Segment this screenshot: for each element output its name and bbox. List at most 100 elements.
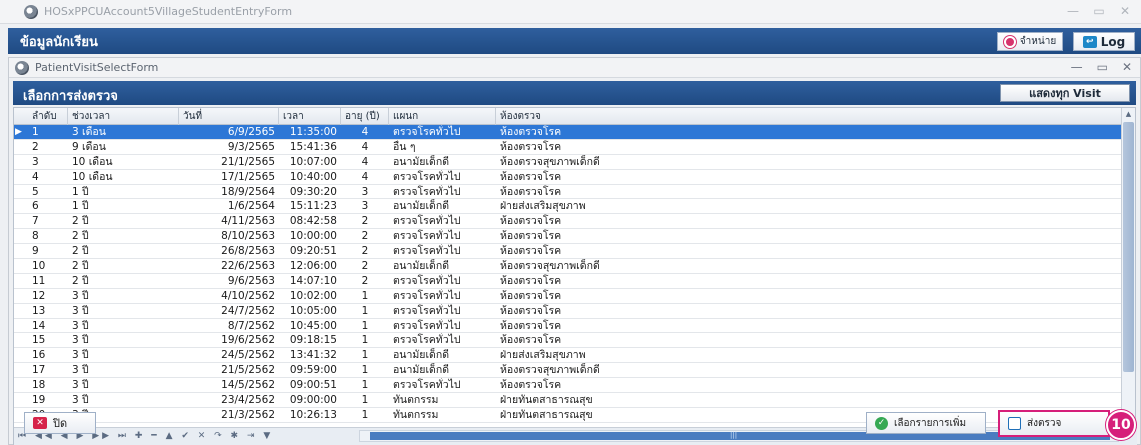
vertical-scrollbar[interactable]: ▲ ▼ <box>1121 108 1135 429</box>
inner-titlebar: PatientVisitSelectForm — ▭ ✕ <box>9 58 1140 78</box>
dispose-button[interactable]: จำหน่าย <box>997 32 1063 51</box>
table-row[interactable]: 19 3 ปี 23/4/2562 09:00:00 1 ทันตกรรม ฝ่ายทันต… <box>14 393 1122 408</box>
table-row[interactable]: ▶ 1 3 เดือน 6/9/2565 11:35:00 4 ตรวจโรคทั่วไป ห… <box>14 125 1122 140</box>
cell-age: 4 <box>361 170 369 183</box>
cell-period: 3 ปี <box>72 304 89 317</box>
close-x-icon: ✕ <box>33 417 47 429</box>
select-more-items-button[interactable]: ✓ เลือกรายการเพิ่ม <box>866 412 986 434</box>
more-items-label: เลือกรายการเพิ่ม <box>894 417 967 429</box>
column-header-time[interactable]: เวลา <box>279 108 341 125</box>
close-icon[interactable]: ✕ <box>1119 4 1131 18</box>
close-label: ปิด <box>53 417 68 430</box>
cell-no: 10 <box>32 260 46 273</box>
cell-dept: อนามัยเด็กดี <box>393 155 450 168</box>
table-row[interactable]: 6 1 ปี 1/6/2564 15:11:23 3 อนามัยเด็กดี ฝ่ายส่… <box>14 199 1122 215</box>
cell-dept: อนามัยเด็กดี <box>393 349 450 362</box>
maximize-icon[interactable]: ▭ <box>1093 4 1105 18</box>
outer-titlebar: HOSxPPCUAccount5VillageStudentEntryForm … <box>0 0 1141 24</box>
cell-room: ห้องตรวจสุขภาพเด็กดี <box>500 260 600 273</box>
cell-no: 16 <box>32 349 46 362</box>
table-row[interactable]: 2 9 เดือน 9/3/2565 15:41:36 4 อื่น ๆ ห้องตรวจโ… <box>14 140 1122 155</box>
cell-period: 3 เดือน <box>72 126 106 138</box>
cell-no: 5 <box>32 185 39 198</box>
show-all-visits-button[interactable]: แสดงทุก Visit <box>1000 84 1130 102</box>
minimize-icon[interactable]: — <box>1067 4 1079 18</box>
column-header-room[interactable]: ห้องตรวจ <box>496 108 1122 125</box>
column-header-department[interactable]: แผนก <box>389 108 496 125</box>
send-icon <box>1008 417 1021 430</box>
cell-time: 09:00:00 <box>289 394 337 407</box>
cell-date: 14/5/2562 <box>221 379 275 392</box>
cell-dept: อนามัยเด็กดี <box>393 364 450 377</box>
cell-dept: ตรวจโรคทั่วไป <box>393 319 461 332</box>
cell-time: 12:06:00 <box>289 260 337 273</box>
cell-date: 24/5/2562 <box>221 349 275 362</box>
cell-time: 14:07:10 <box>289 274 337 287</box>
cell-dept: ตรวจโรคทั่วไป <box>393 126 461 138</box>
cell-date: 4/10/2562 <box>221 289 275 302</box>
table-row[interactable]: 16 3 ปี 24/5/2562 13:41:32 1 อนามัยเด็กดี ฝ่าย… <box>14 348 1122 364</box>
inner-close-icon[interactable]: ✕ <box>1122 60 1132 74</box>
outer-window-title: HOSxPPCUAccount5VillageStudentEntryForm <box>44 5 293 18</box>
outer-window: HOSxPPCUAccount5VillageStudentEntryForm … <box>0 0 1141 445</box>
inner-maximize-icon[interactable]: ▭ <box>1097 60 1108 74</box>
cell-age: 4 <box>361 155 369 168</box>
cell-room: ห้องตรวจโรค <box>500 289 562 302</box>
table-row[interactable]: 17 3 ปี 21/5/2562 09:59:00 1 อนามัยเด็กดี ห้อง… <box>14 363 1122 379</box>
cell-age: 3 <box>361 200 369 213</box>
cell-period: 3 ปี <box>72 394 89 407</box>
cell-time: 10:00:00 <box>289 230 337 243</box>
cell-no: 13 <box>32 304 46 317</box>
cell-time: 08:42:58 <box>289 215 337 228</box>
outer-window-controls: — ▭ ✕ <box>1067 4 1131 18</box>
send-label: ส่งตรวจ <box>1027 418 1062 429</box>
table-row[interactable]: 12 3 ปี 4/10/2562 10:02:00 1 ตรวจโรคทั่วไป ห้อ… <box>14 289 1122 304</box>
table-row[interactable]: 8 2 ปี 8/10/2563 10:00:00 2 ตรวจโรคทั่วไป ห้อง… <box>14 229 1122 245</box>
table-row[interactable]: 13 3 ปี 24/7/2562 10:05:00 1 ตรวจโรคทั่วไป ห้อ… <box>14 304 1122 319</box>
cell-period: 2 ปี <box>72 274 89 287</box>
send-to-exam-button[interactable]: ส่งตรวจ <box>998 410 1110 437</box>
student-header-bar: ข้อมูลนักเรียน จำหน่าย ↩ Log <box>8 28 1141 54</box>
table-row[interactable]: 4 10 เดือน 17/1/2565 10:40:00 4 ตรวจโรคทั่วไป… <box>14 170 1122 185</box>
cell-room: ฝ่ายส่งเสริมสุขภาพ <box>500 200 586 213</box>
cell-time: 15:11:23 <box>289 200 337 213</box>
table-row[interactable]: 10 2 ปี 22/6/2563 12:06:00 2 อนามัยเด็กดี ห้อง… <box>14 259 1122 274</box>
table-row[interactable]: 9 2 ปี 26/8/2563 09:20:51 2 ตรวจโรคทั่วไป ห้อง… <box>14 244 1122 260</box>
table-row[interactable]: 18 3 ปี 14/5/2562 09:00:51 1 ตรวจโรคทั่วไป ห้อ… <box>14 378 1122 394</box>
column-header-age[interactable]: อายุ (ปี) <box>341 108 389 125</box>
column-header-date[interactable]: วันที่ <box>179 108 279 125</box>
log-label: Log <box>1100 34 1126 49</box>
cell-period: 2 ปี <box>72 245 89 258</box>
vertical-scroll-thumb[interactable] <box>1123 122 1134 372</box>
step-number-badge: 10 <box>1106 410 1136 440</box>
table-row[interactable]: 7 2 ปี 4/11/2563 08:42:58 2 ตรวจโรคทั่วไป ห้อง… <box>14 214 1122 230</box>
cell-room: ห้องตรวจโรค <box>500 126 562 138</box>
grid-header: ลำดับ ช่วงเวลา วันที่ เวลา อายุ (ปี) แผน… <box>14 108 1122 125</box>
cell-room: ห้องตรวจโรค <box>500 140 562 153</box>
cell-no: 11 <box>32 274 46 287</box>
inner-minimize-icon[interactable]: — <box>1071 60 1083 74</box>
table-row[interactable]: 3 10 เดือน 21/1/2565 10:07:00 4 อนามัยเด็กดี ห… <box>14 155 1122 170</box>
table-row[interactable]: 15 3 ปี 19/6/2562 09:18:15 1 ตรวจโรคทั่วไป ห้อ… <box>14 333 1122 349</box>
cell-date: 24/7/2562 <box>221 304 275 317</box>
cell-period: 1 ปี <box>72 185 89 198</box>
table-row[interactable]: 11 2 ปี 9/6/2563 14:07:10 2 ตรวจโรคทั่วไป ห้อง… <box>14 274 1122 289</box>
column-header-no[interactable]: ลำดับ <box>28 108 68 125</box>
close-button[interactable]: ✕ ปิด <box>24 412 96 434</box>
column-header-period[interactable]: ช่วงเวลา <box>68 108 179 125</box>
cell-dept: ตรวจโรคทั่วไป <box>393 379 461 392</box>
cell-age: 2 <box>361 260 369 273</box>
log-button[interactable]: ↩ Log <box>1073 32 1135 51</box>
cell-dept: อนามัยเด็กดี <box>393 260 450 273</box>
app-icon <box>24 4 38 19</box>
table-row[interactable]: 14 3 ปี 8/7/2562 10:45:00 1 ตรวจโรคทั่วไป ห้อง… <box>14 319 1122 334</box>
table-row[interactable]: 5 1 ปี 18/9/2564 09:30:20 3 ตรวจโรคทั่วไป ห้อง… <box>14 185 1122 200</box>
inner-app-icon <box>15 60 29 75</box>
cell-date: 8/7/2562 <box>227 319 275 332</box>
cell-time: 15:41:36 <box>289 140 337 153</box>
cell-room: ห้องตรวจโรค <box>500 170 562 183</box>
cell-room: ฝ่ายทันตสาธารณสุข <box>500 394 593 407</box>
scroll-up-icon[interactable]: ▲ <box>1122 108 1135 121</box>
cell-age: 2 <box>361 274 369 287</box>
cell-age: 4 <box>361 140 369 153</box>
